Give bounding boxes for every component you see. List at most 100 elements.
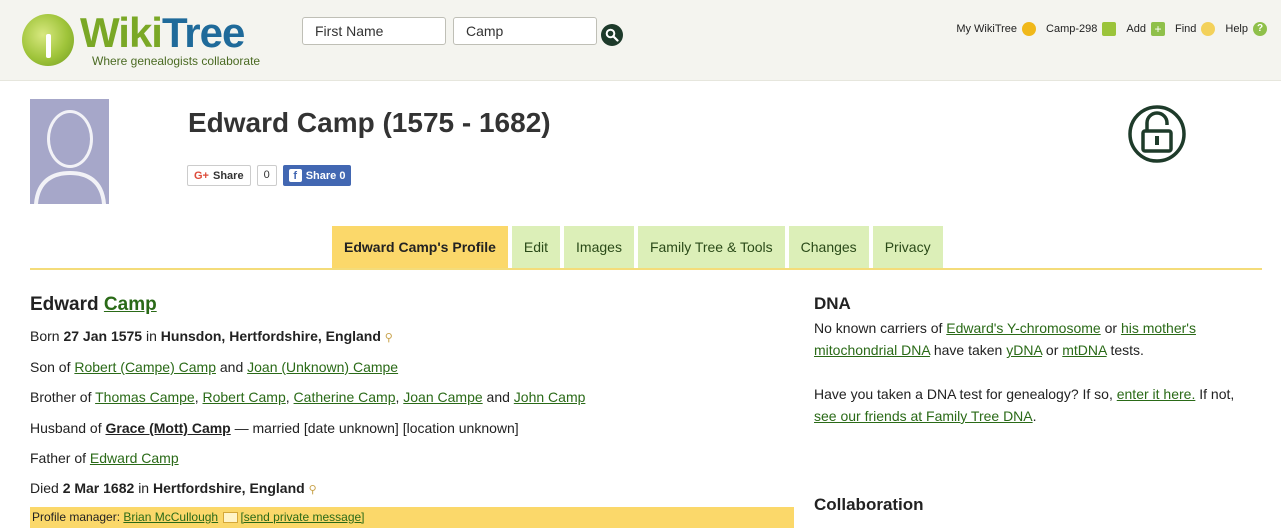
first-name-input[interactable] [302,17,446,45]
tab-divider [30,268,1262,270]
death-place: Hertfordshire, England [152,480,305,496]
open-lock-icon[interactable] [1127,104,1187,164]
logo-tree-text: Tree [161,9,245,56]
map-pin-icon[interactable]: ⚲ [309,484,317,496]
profile-card-icon [1102,22,1117,36]
profile-tabs: Edward Camp's Profile Edit Images Family… [332,226,943,268]
tab-changes[interactable]: Changes [788,226,869,268]
sibling-link[interactable]: Joan Campe [403,389,482,405]
top-navigation: My WikiTree Camp-298 Add + Find Help ? [950,22,1267,36]
dna-text-d: or [1045,342,1059,358]
family-tree-dna-link[interactable]: see our friends at Family Tree DNA [814,408,1033,424]
facebook-icon: f [288,169,302,182]
person-icon [1022,22,1037,36]
nav-help-label: Help [1225,23,1248,35]
birth-in: in [145,328,157,344]
help-icon: ? [1253,22,1267,36]
profile-manager-bar: Profile manager: Brian McCullough [send … [30,507,794,528]
facebook-share-button[interactable]: f Share 0 [282,165,352,186]
enter-dna-test-link[interactable]: enter it here. [1117,386,1196,402]
birth-prefix: Born [30,328,60,344]
spouse-prefix: Husband of [30,420,102,436]
dna-text-b: or [1104,320,1118,336]
tab-profile[interactable]: Edward Camp's Profile [332,226,508,268]
sibling-link[interactable]: John Camp [514,389,586,405]
dna-text-c: have taken [933,342,1003,358]
plus-icon: + [1150,22,1165,36]
y-chromosome-link[interactable]: Edward's Y-chromosome [946,320,1100,336]
facebook-share-label: Share 0 [305,169,346,182]
mother-link[interactable]: Joan (Unknown) Campe [247,359,398,375]
death-in: in [138,480,150,496]
send-message-link[interactable]: [send private message] [240,510,364,524]
nav-find-label: Find [1174,23,1197,35]
spouse-line: Husband of Grace (Mott) Camp — married [… [30,420,519,436]
death-prefix: Died [30,480,59,496]
site-header: WikiTree Where genealogists collaborate … [0,0,1281,81]
spouse-link[interactable]: Grace (Mott) Camp [106,420,231,436]
manager-prefix: Profile manager: [32,510,121,524]
dna-question: Have you taken a DNA test for genealogy?… [814,386,1113,402]
tab-images[interactable]: Images [564,226,634,268]
nav-my-wikitree-label: My WikiTree [956,23,1018,35]
dna-carriers-text: No known carriers of Edward's Y-chromoso… [814,317,1254,361]
map-pin-icon[interactable]: ⚲ [385,332,393,344]
google-share-button[interactable]: G+ Share [187,165,251,186]
search-icon [605,28,619,42]
manager-link[interactable]: Brian McCullough [123,510,218,524]
siblings-and: and [486,389,510,405]
parents-and: and [219,359,244,375]
child-link[interactable]: Edward Camp [90,450,179,466]
tab-privacy[interactable]: Privacy [872,226,943,268]
nav-help[interactable]: Help ? [1225,22,1267,36]
dna-text-a: No known carriers of [814,320,943,336]
birth-line: Born 27 Jan 1575 in Hunsdon, Hertfordshi… [30,328,393,344]
logo-wordmark: WikiTree [80,9,245,56]
death-line: Died 2 Mar 1682 in Hertfordshire, Englan… [30,480,317,496]
dna-question-end: . [1032,408,1037,424]
tree-logo-icon [22,14,74,66]
birth-date: 27 Jan 1575 [63,328,143,344]
children-line: Father of Edward Camp [30,450,179,466]
person-first-name: Edward [30,294,99,315]
dna-heading: DNA [814,294,851,313]
siblings-prefix: Brother of [30,389,92,405]
nav-add-label: Add [1126,23,1146,35]
surname-link[interactable]: Camp [104,294,157,315]
children-prefix: Father of [30,450,87,466]
dna-section: DNA No known carriers of Edward's Y-chro… [814,294,1254,514]
nav-find[interactable]: Find [1174,22,1216,36]
dna-question-2: If not, [1199,386,1235,402]
nav-my-wikitree[interactable]: My WikiTree [956,22,1037,36]
tab-edit[interactable]: Edit [511,226,561,268]
google-plus-icon: G+ [194,169,209,182]
dna-text-e: tests. [1110,342,1144,358]
nav-user[interactable]: Camp-298 [1046,22,1117,36]
wikitree-logo[interactable]: WikiTree Where genealogists collaborate [22,10,292,70]
nav-user-label: Camp-298 [1046,23,1098,35]
page-title: Edward Camp (1575 - 1682) [188,107,551,138]
silhouette-icon [34,110,106,204]
marriage-details: — married [date unknown] [location unkno… [234,420,519,436]
tab-family-tree-tools[interactable]: Family Tree & Tools [637,226,785,268]
google-share-label: Share [212,169,244,182]
share-buttons: G+ Share 0 f Share 0 [187,165,352,186]
mtdna-link[interactable]: mtDNA [1062,342,1106,358]
siblings-line: Brother of Thomas Campe, Robert Camp, Ca… [30,389,586,405]
last-name-input[interactable] [453,17,597,45]
sibling-link[interactable]: Catherine Camp [294,389,396,405]
sibling-link[interactable]: Thomas Campe [95,389,195,405]
magnifier-icon [1201,22,1216,36]
envelope-icon[interactable] [223,512,239,524]
parents-line: Son of Robert (Campe) Camp and Joan (Unk… [30,359,398,375]
birth-place: Hunsdon, Hertfordshire, England [160,328,381,344]
nav-add[interactable]: Add + [1126,22,1165,36]
search-button[interactable] [601,24,623,46]
ydna-link[interactable]: yDNA [1006,342,1042,358]
logo-tagline: Where genealogists collaborate [92,54,261,68]
sibling-link[interactable]: Robert Camp [203,389,286,405]
profile-photo-placeholder[interactable] [30,99,109,204]
collaboration-heading: Collaboration [814,495,924,514]
father-link[interactable]: Robert (Campe) Camp [74,359,216,375]
logo-wiki-text: Wiki [80,9,163,56]
